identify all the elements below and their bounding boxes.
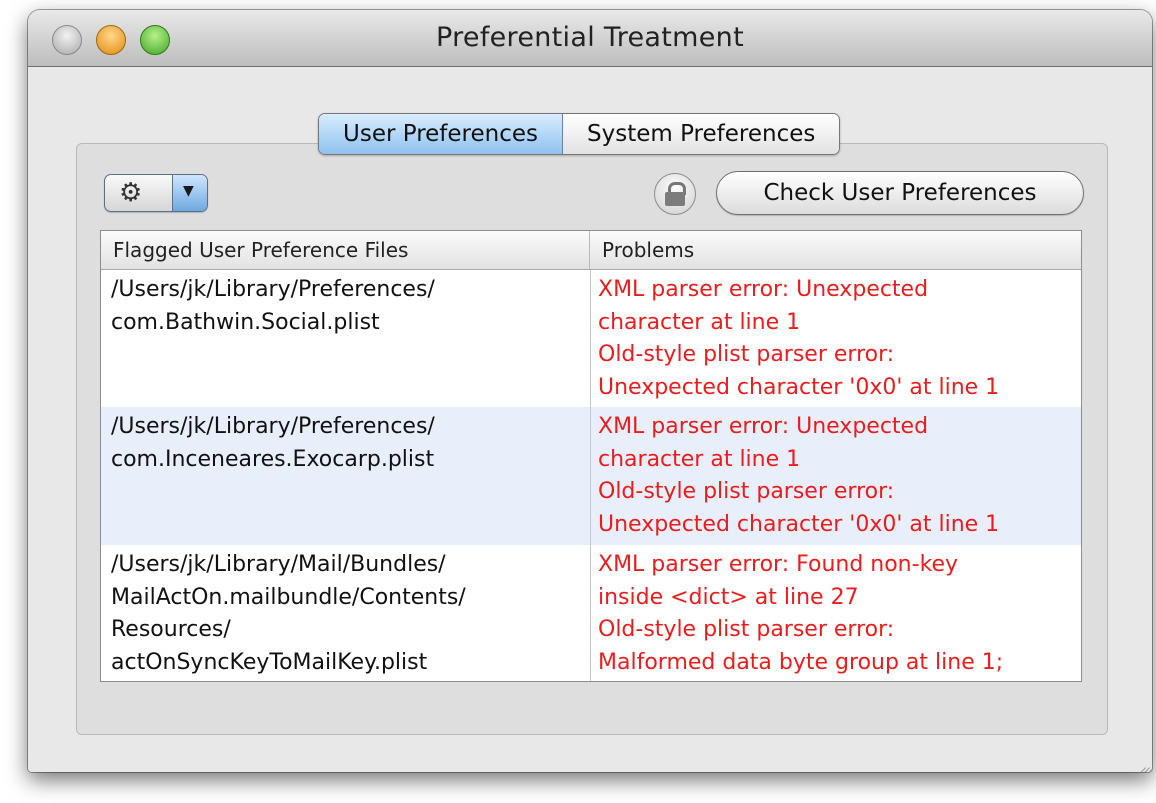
gear-icon: ⚙ (119, 178, 143, 208)
table-row[interactable]: /Users/jk/Library/Mail/Bundles/ MailActO… (101, 545, 1081, 681)
action-menu-button[interactable]: ⚙ ▼ (104, 174, 208, 212)
problem-cell: XML parser error: Unexpected character a… (598, 414, 1000, 537)
table-row[interactable]: /Users/jk/Library/Preferences/ com.Incen… (101, 407, 1081, 545)
title-bar[interactable]: Preferential Treatment (28, 10, 1152, 67)
window-content: User Preferences System Preferences ⚙ ▼ … (28, 67, 1152, 772)
tab-user-preferences[interactable]: User Preferences (319, 114, 564, 154)
app-window: Preferential Treatment User Preferences … (28, 10, 1152, 772)
problem-cell: XML parser error: Unexpected character a… (598, 277, 1000, 400)
file-path-cell: /Users/jk/Library/Mail/Bundles/ MailActO… (111, 552, 466, 675)
dropdown-arrow[interactable]: ▼ (172, 175, 207, 211)
column-header-files[interactable]: Flagged User Preference Files (101, 231, 590, 269)
table-row[interactable]: /Users/jk/Library/Preferences/ com.Bathw… (101, 270, 1081, 407)
problem-cell: XML parser error: Found non-key inside <… (598, 552, 1004, 675)
flagged-files-table: Flagged User Preference Files Problems /… (100, 230, 1082, 682)
table-header: Flagged User Preference Files Problems (101, 231, 1081, 270)
tab-system-preferences[interactable]: System Preferences (563, 114, 840, 154)
resize-grip[interactable] (1124, 746, 1152, 772)
file-path-cell: /Users/jk/Library/Preferences/ com.Bathw… (111, 277, 435, 335)
chevron-down-icon: ▼ (183, 183, 194, 199)
file-path-cell: /Users/jk/Library/Preferences/ com.Incen… (111, 414, 435, 472)
tab-bar: User Preferences System Preferences (318, 113, 841, 155)
window-title: Preferential Treatment (436, 22, 744, 53)
lock-button[interactable] (654, 173, 696, 215)
check-user-preferences-button[interactable]: Check User Preferences (716, 171, 1084, 215)
column-header-problems[interactable]: Problems (590, 231, 1080, 269)
